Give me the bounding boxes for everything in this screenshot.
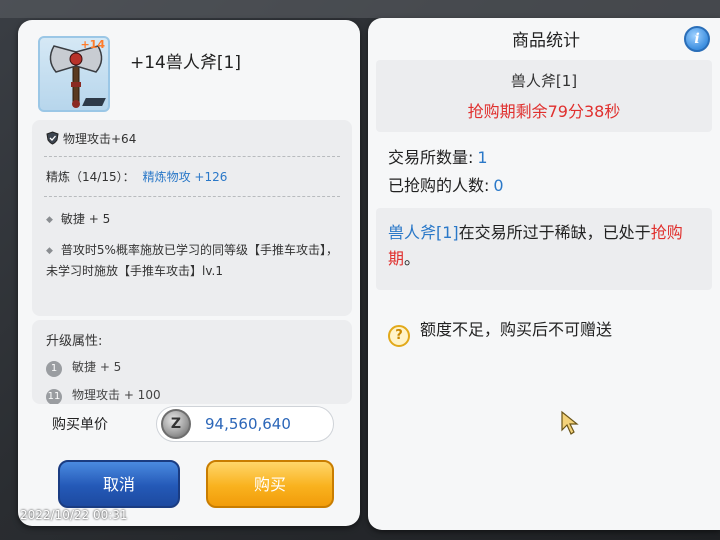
panel-title: 商品统计 <box>512 31 580 51</box>
item-detail-panel: +14 +14兽人斧[1] 物理攻击+64 精炼（14/15）： 精炼物攻 +12… <box>18 20 360 526</box>
divider <box>44 156 340 157</box>
item-stats-box[interactable]: 物理攻击+64 精炼（14/15）： 精炼物攻 +126 ◆ 敏捷 + 5 ◆ 普攻时… <box>32 120 352 316</box>
notice-end-text: 。 <box>404 249 421 268</box>
rush-countdown: 抢购期剩余79分38秒 <box>467 102 621 121</box>
level-badge: 1 <box>46 361 62 377</box>
skill-description-text: 普攻时5%概率施放已学习的同等级【手推车攻击】，未学习时施放【手推车攻击】lv.… <box>46 243 338 278</box>
shield-icon <box>46 131 59 145</box>
buyers-count-value: 0 <box>493 176 504 195</box>
background-window-bar <box>0 0 720 18</box>
upgrade-row: 1 敏捷 + 5 <box>46 358 121 377</box>
cancel-button[interactable]: 取消 <box>58 460 180 508</box>
phys-attack-row: 物理攻击+64 <box>46 130 136 147</box>
question-icon: ? <box>388 325 410 347</box>
refine-value: 精炼物攻 +126 <box>142 170 228 184</box>
upgrade-row: 11 物理攻击 + 100 <box>46 386 161 404</box>
phys-attack-text: 物理攻击+64 <box>63 132 137 146</box>
enhance-level-badge: +14 <box>80 38 105 51</box>
item-title: +14兽人斧[1] <box>130 53 241 73</box>
diamond-bullet-icon: ◆ <box>46 215 53 225</box>
exchange-count-value: 1 <box>477 148 488 167</box>
attr-text: 敏捷 + 5 <box>60 212 111 226</box>
product-header: 兽人斧[1] 抢购期剩余79分38秒 <box>376 60 712 132</box>
mouse-cursor-icon <box>561 410 579 435</box>
price-field: Z 94,560,640 <box>156 406 334 442</box>
attr-row: ◆ 敏捷 + 5 <box>46 210 110 227</box>
item-rank-mark <box>82 98 106 106</box>
quota-warning: ? 额度不足，购买后不可赠送 <box>388 316 612 347</box>
upgrade-row-text: 敏捷 + 5 <box>72 360 122 374</box>
upgrade-title: 升级属性: <box>46 334 103 349</box>
upgrade-row-text: 物理攻击 + 100 <box>72 388 161 402</box>
notice-mid-text: 在交易所过于稀缺，已处于 <box>458 223 651 242</box>
exchange-count-row: 交易所数量: 1 <box>388 144 488 168</box>
buy-button[interactable]: 购买 <box>206 460 334 508</box>
notice-item-link[interactable]: 兽人斧[1] <box>388 223 459 242</box>
scarcity-notice: 兽人斧[1]在交易所过于稀缺，已处于抢购期。 <box>376 208 712 290</box>
divider <box>44 196 340 197</box>
buyers-count-row: 已抢购的人数: 0 <box>388 172 504 196</box>
price-value: 94,560,640 <box>205 415 291 433</box>
refine-row: 精炼（14/15）： 精炼物攻 +126 <box>46 168 227 185</box>
exchange-count-label: 交易所数量: <box>388 148 474 167</box>
skill-description: ◆ 普攻时5%概率施放已学习的同等级【手推车攻击】，未学习时施放【手推车攻击】lv… <box>46 240 342 281</box>
info-icon[interactable]: i <box>684 26 710 52</box>
upgrade-attributes-box[interactable]: 升级属性: 1 敏捷 + 5 11 物理攻击 + 100 <box>32 320 352 404</box>
product-name: 兽人斧[1] <box>510 72 578 90</box>
buyers-count-label: 已抢购的人数: <box>388 176 490 195</box>
refine-label: 精炼（14/15）： <box>46 170 135 184</box>
diamond-bullet-icon: ◆ <box>46 246 53 256</box>
quota-warning-text: 额度不足，购买后不可赠送 <box>420 320 613 339</box>
product-stats-panel: 商品统计 i 兽人斧[1] 抢购期剩余79分38秒 交易所数量: 1 已抢购的人数… <box>368 18 720 530</box>
photo-timestamp: 2022/10/22 00:31 <box>20 508 128 522</box>
item-icon-slot[interactable]: +14 <box>38 36 110 112</box>
zeny-coin-icon: Z <box>161 409 191 439</box>
level-badge: 11 <box>46 389 62 404</box>
item-header: +14 +14兽人斧[1] <box>18 20 360 120</box>
scarcity-notice-text: 兽人斧[1]在交易所过于稀缺，已处于抢购期。 <box>388 220 708 272</box>
price-label: 购买单价 <box>52 417 108 433</box>
